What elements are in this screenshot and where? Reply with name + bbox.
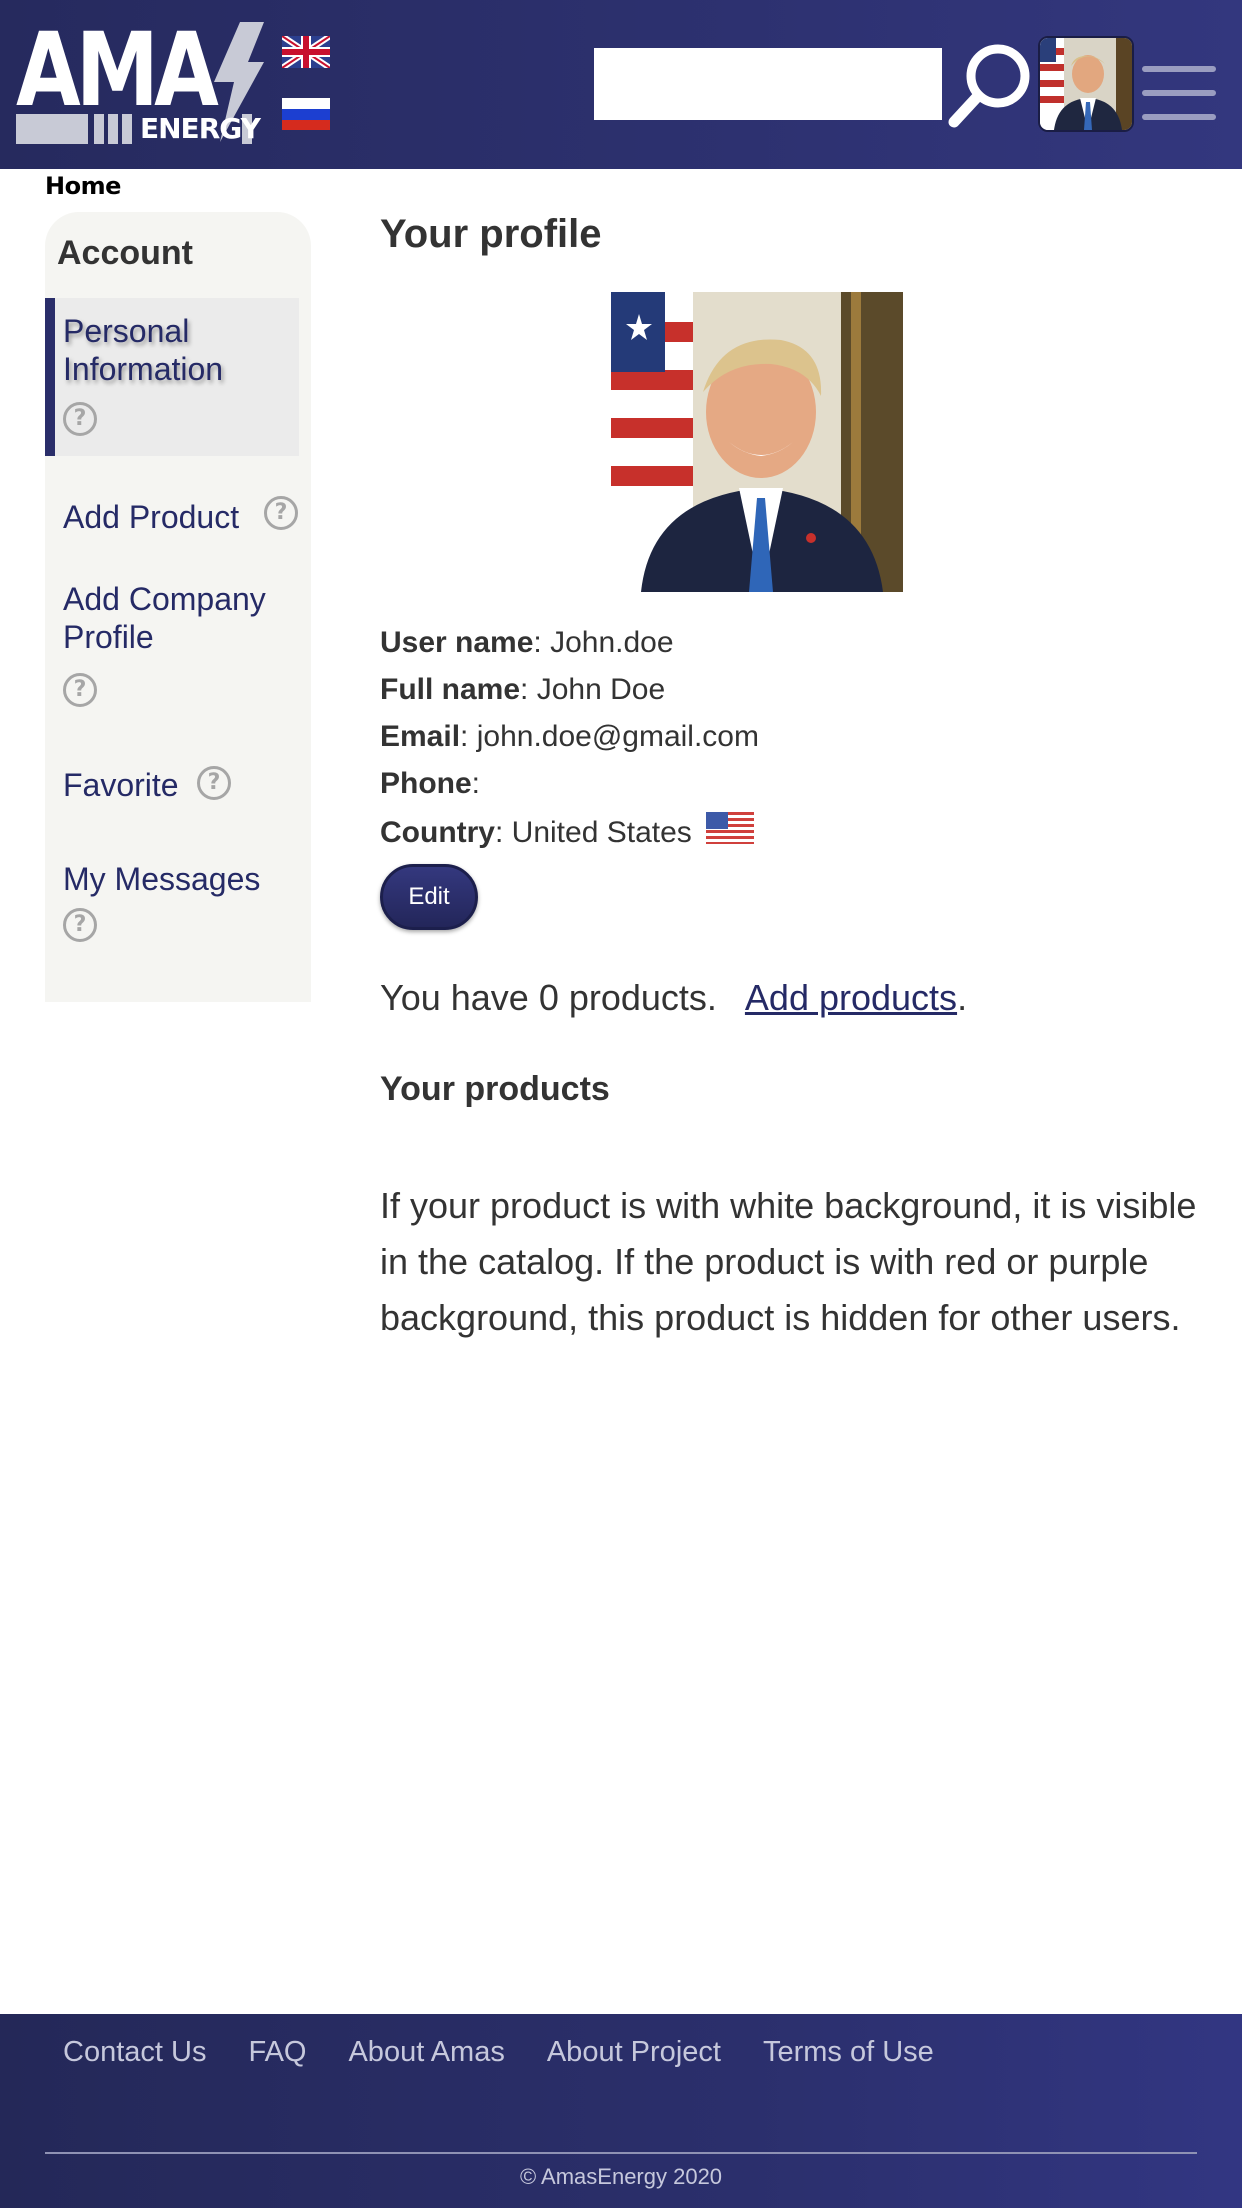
search-input[interactable]	[594, 48, 942, 120]
sidebar-item-label: Add Company Profile	[63, 581, 266, 655]
help-icon[interactable]: ?	[197, 766, 231, 800]
sidebar-item-label: My Messages	[63, 861, 261, 897]
products-count-text: You have 0 products.	[380, 977, 717, 1018]
sidebar-item-label: Favorite	[63, 767, 179, 803]
hamburger-menu-icon[interactable]	[1142, 66, 1216, 126]
footer-link-terms-of-use[interactable]: Terms of Use	[763, 2036, 934, 2069]
field-label: Full name	[380, 673, 521, 706]
email-field: Email: john.doe@gmail.com	[380, 720, 759, 753]
products-visibility-note: If your product is with white background…	[380, 1185, 1197, 1338]
footer-link-about-project[interactable]: About Project	[547, 2036, 721, 2069]
footer-link-faq[interactable]: FAQ	[248, 2036, 306, 2069]
phone-field: Phone:	[380, 767, 481, 800]
field-value: John Doe	[536, 673, 666, 706]
account-sidebar: Account Personal Information ? Add Produ…	[45, 212, 311, 1002]
field-label: Email	[380, 720, 461, 753]
field-value: john.doe@gmail.com	[476, 720, 759, 753]
logo-subtext: ENERGY	[140, 112, 261, 145]
username-field: User name: John.doe	[380, 626, 674, 659]
products-summary: You have 0 products. Add products.	[380, 977, 967, 1019]
logo-text: AMA	[16, 11, 219, 130]
sidebar-title: Account	[57, 234, 193, 272]
user-avatar[interactable]	[1038, 36, 1134, 132]
field-value: United States	[511, 816, 692, 849]
profile-photo	[611, 292, 903, 592]
field-label: Phone	[380, 767, 472, 800]
footer-link-about-amas[interactable]: About Amas	[348, 2036, 504, 2069]
footer-divider	[45, 2152, 1197, 2154]
copyright-text: © AmasEnergy 2020	[519, 2164, 723, 2189]
search-icon[interactable]	[946, 40, 1036, 130]
us-flag-icon	[706, 812, 755, 844]
help-icon[interactable]: ?	[63, 908, 97, 942]
uk-flag-icon[interactable]	[282, 36, 330, 68]
country-field: Country: United States	[380, 812, 755, 850]
footer-link-contact-us[interactable]: Contact Us	[63, 2036, 206, 2069]
footer-links: Contact Us FAQ About Amas About Project …	[63, 2036, 934, 2069]
sidebar-item-personal-information[interactable]: Personal Information ?	[45, 298, 299, 456]
breadcrumb-home[interactable]: Home	[45, 172, 121, 200]
russia-flag-icon[interactable]	[282, 98, 330, 130]
add-products-link[interactable]: Add products	[745, 977, 957, 1018]
sidebar-item-my-messages[interactable]: My Messages ?	[45, 858, 299, 958]
help-icon[interactable]: ?	[63, 402, 97, 436]
edit-profile-button[interactable]: Edit	[380, 864, 478, 930]
fullname-field: Full name: John Doe	[380, 673, 666, 706]
field-value: John.doe	[550, 626, 674, 659]
products-heading: Your products	[380, 1070, 610, 1108]
sidebar-item-add-product[interactable]: Add Product ?	[45, 492, 299, 542]
sidebar-item-label: Personal Information	[63, 313, 224, 387]
sidebar-item-add-company-profile[interactable]: Add Company Profile ?	[45, 580, 299, 710]
sidebar-item-favorite[interactable]: Favorite ?	[45, 764, 299, 814]
page-footer: Contact Us FAQ About Amas About Project …	[0, 2014, 1242, 2208]
sidebar-item-label: Add Product	[63, 499, 240, 535]
top-header: AMA ENERGY	[0, 0, 1242, 169]
field-label: Country	[380, 816, 495, 849]
field-label: User name	[380, 626, 534, 659]
period: .	[957, 977, 968, 1018]
help-icon[interactable]: ?	[63, 673, 97, 707]
page-title: Your profile	[380, 212, 602, 256]
amas-energy-logo[interactable]: AMA ENERGY	[16, 16, 264, 146]
help-icon[interactable]: ?	[264, 496, 298, 530]
